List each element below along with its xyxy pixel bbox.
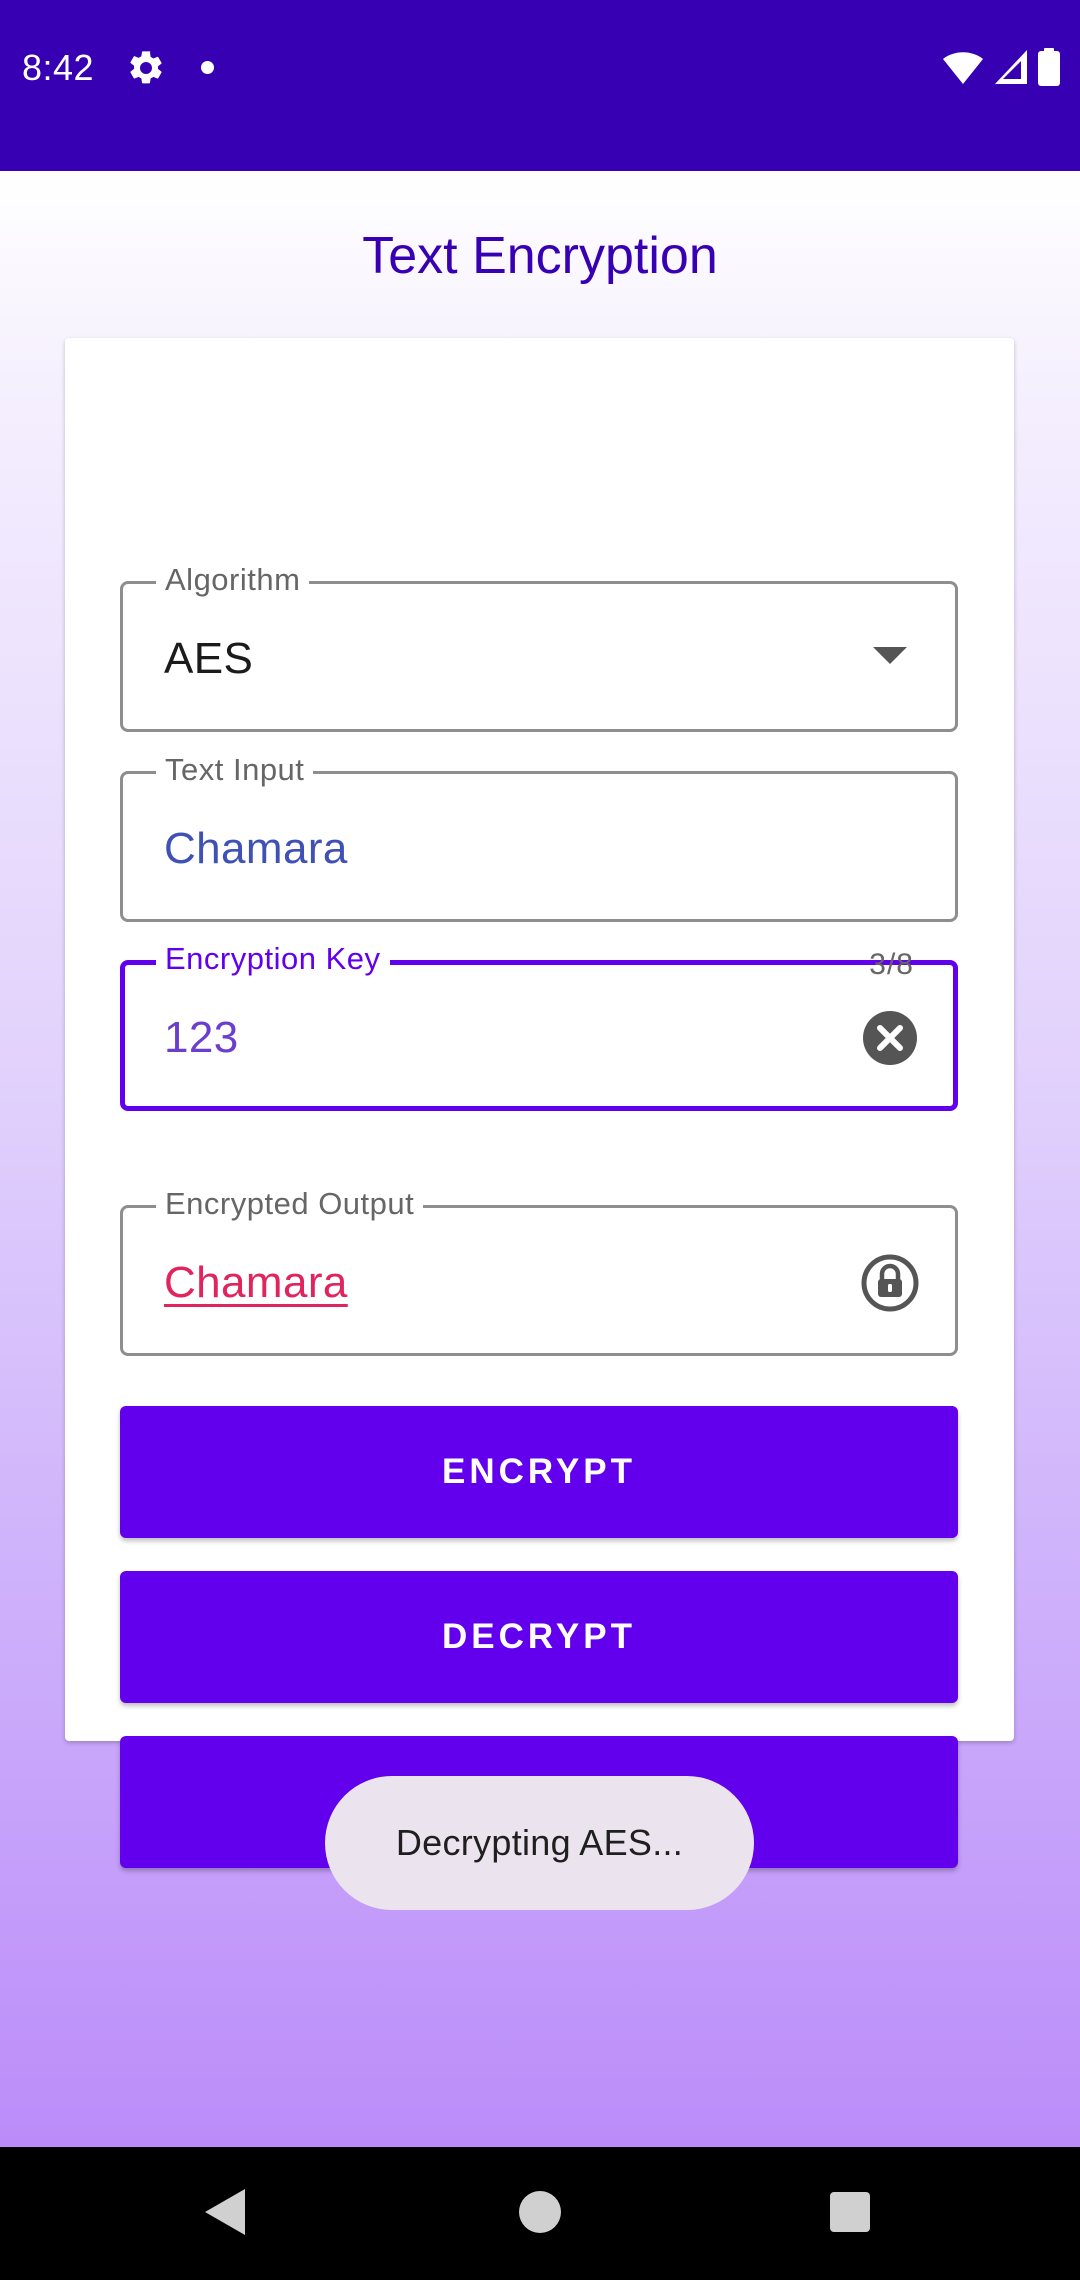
text-input-field[interactable]: Text Input Chamara: [120, 750, 958, 922]
clear-icon[interactable]: [862, 1010, 918, 1066]
toast-message: Decrypting AES...: [325, 1776, 754, 1910]
encrypt-button[interactable]: ENCRYPT: [120, 1406, 958, 1538]
encryption-key-value[interactable]: 123: [164, 1011, 239, 1065]
algorithm-dropdown[interactable]: Algorithm AES: [120, 560, 958, 732]
battery-icon: [1038, 48, 1060, 86]
wifi-icon: [943, 52, 983, 84]
decrypt-button[interactable]: DECRYPT: [120, 1571, 958, 1703]
signal-icon: [995, 50, 1027, 84]
encrypted-output-field[interactable]: Encrypted Output Chamara: [120, 1184, 958, 1356]
gear-icon: [130, 51, 162, 84]
encryption-key-field[interactable]: Encryption Key 123: [120, 939, 958, 1111]
navigation-bar: [0, 2147, 1080, 2280]
text-input-label: Text Input: [156, 750, 314, 790]
notification-dot-icon: [201, 61, 214, 74]
encrypted-output-label: Encrypted Output: [156, 1184, 424, 1224]
lock-icon[interactable]: [860, 1253, 920, 1313]
character-counter: 3/8: [869, 948, 914, 981]
text-input-value[interactable]: Chamara: [164, 822, 348, 876]
encrypted-output-value[interactable]: Chamara: [164, 1256, 348, 1310]
encryption-card: Algorithm AES Text Input Chamara Encrypt…: [65, 338, 1014, 1868]
status-time: 8:42: [22, 47, 95, 88]
app-screen: 8:42 Text Encryption Algorithm AES Text …: [0, 0, 1080, 2280]
page-title: Text Encryption: [362, 227, 718, 285]
home-icon[interactable]: [519, 2191, 561, 2233]
algorithm-value: AES: [164, 634, 254, 683]
algorithm-label: Algorithm: [156, 560, 310, 600]
recents-icon[interactable]: [830, 2192, 870, 2232]
back-icon[interactable]: [205, 2189, 245, 2235]
status-bar: 8:42: [0, 0, 1080, 171]
status-icons: [942, 46, 1060, 88]
dropdown-arrow-icon[interactable]: [873, 647, 907, 664]
encryption-key-label: Encryption Key: [156, 939, 390, 979]
